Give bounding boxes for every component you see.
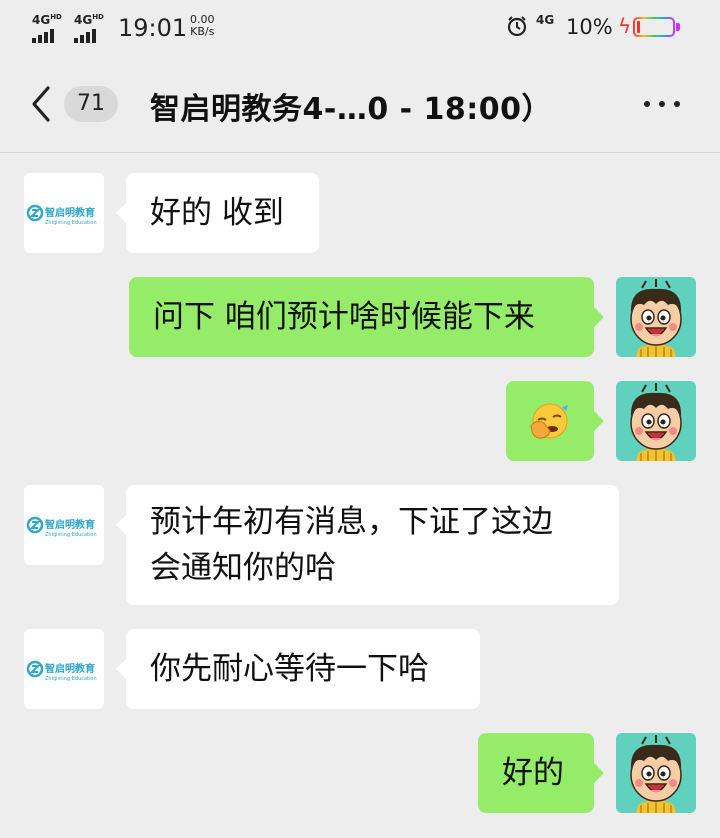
cartoon-boy-avatar-icon [616,733,696,813]
cartoon-boy-avatar-icon [616,277,696,357]
battery-icon [633,17,675,37]
cartoon-boy-avatar-icon [616,381,696,461]
message-bubble-outgoing[interactable]: 好的 [478,733,604,813]
battery-percent: 10% [566,15,613,39]
sim1-hd-label: HD [50,13,62,21]
sim1-signal-icon: 4GHD [32,13,62,43]
message-text: 好的 收到 [150,195,284,231]
message-text-line: 会通知你的哈 [150,550,336,586]
sim2-signal-icon: 4GHD [74,13,104,43]
user-avatar[interactable] [616,381,696,461]
message-text: 问下 咱们预计啥时候能下来 [153,299,535,335]
cellular-4g-label: 4G [536,13,555,27]
user-avatar[interactable] [616,733,696,813]
charging-icon: ϟ [618,14,632,38]
back-arrow-icon[interactable] [28,84,54,124]
org-avatar[interactable]: 智启明教育 Zhiqiming Education [24,629,104,709]
message-bubble-outgoing[interactable]: 问下 咱们预计啥时候能下来 [129,277,604,357]
chat-header: 71 智启明教务4-…0 - 18:00） [0,56,720,153]
sim2-label: 4G [74,13,93,27]
user-avatar[interactable] [616,277,696,357]
message-bubble-incoming[interactable]: 好的 收到 [116,173,319,253]
org-logo-icon: 智启明教育 Zhiqiming Education [26,660,97,682]
net-speed: 0.00 KB/s [190,14,215,38]
cellular-4g-icon: 4G [536,13,554,27]
org-avatar[interactable]: 智启明教育 Zhiqiming Education [24,173,104,253]
sim2-hd-label: HD [92,13,104,21]
org-brand-name: 智启明教育 [45,518,95,531]
battery-tip [676,23,680,31]
message-bubble-incoming[interactable]: 预计年初有消息，下证了这边 会通知你的哈 [116,485,619,605]
org-brand-sub: Zhiqiming Education [45,676,97,682]
org-brand-sub: Zhiqiming Education [45,220,97,226]
battery-level [637,21,640,33]
message-text-line: 预计年初有消息，下证了这边 [150,504,553,540]
message-text: 好的 [502,755,564,791]
message-text: 你先耐心等待一下哈 [150,651,429,687]
sim1-label: 4G [32,13,51,27]
org-brand-sub: Zhiqiming Education [45,532,97,538]
more-icon[interactable] [644,101,680,107]
net-speed-unit: KB/s [190,25,215,38]
unread-count-badge[interactable]: 71 [64,86,118,122]
org-avatar[interactable]: 智启明教育 Zhiqiming Education [24,485,104,565]
clock: 19:01 [118,14,188,42]
message-bubble-incoming[interactable]: 你先耐心等待一下哈 [116,629,480,709]
org-logo-icon: 智启明教育 Zhiqiming Education [26,516,97,538]
alarm-icon [507,16,527,37]
org-logo-icon: 智启明教育 Zhiqiming Education [26,204,97,226]
message-bubble-outgoing-emoji[interactable] [506,381,604,461]
org-brand-name: 智启明教育 [45,206,95,219]
status-bar: 4GHD 4GHD 19:01 0.00 KB/s 4G 10% ϟ [0,0,720,56]
facepalm-emoji-icon [530,403,568,439]
chat-title: 智启明教务4-…0 - 18:00） [150,92,553,127]
org-brand-name: 智启明教育 [45,662,95,675]
